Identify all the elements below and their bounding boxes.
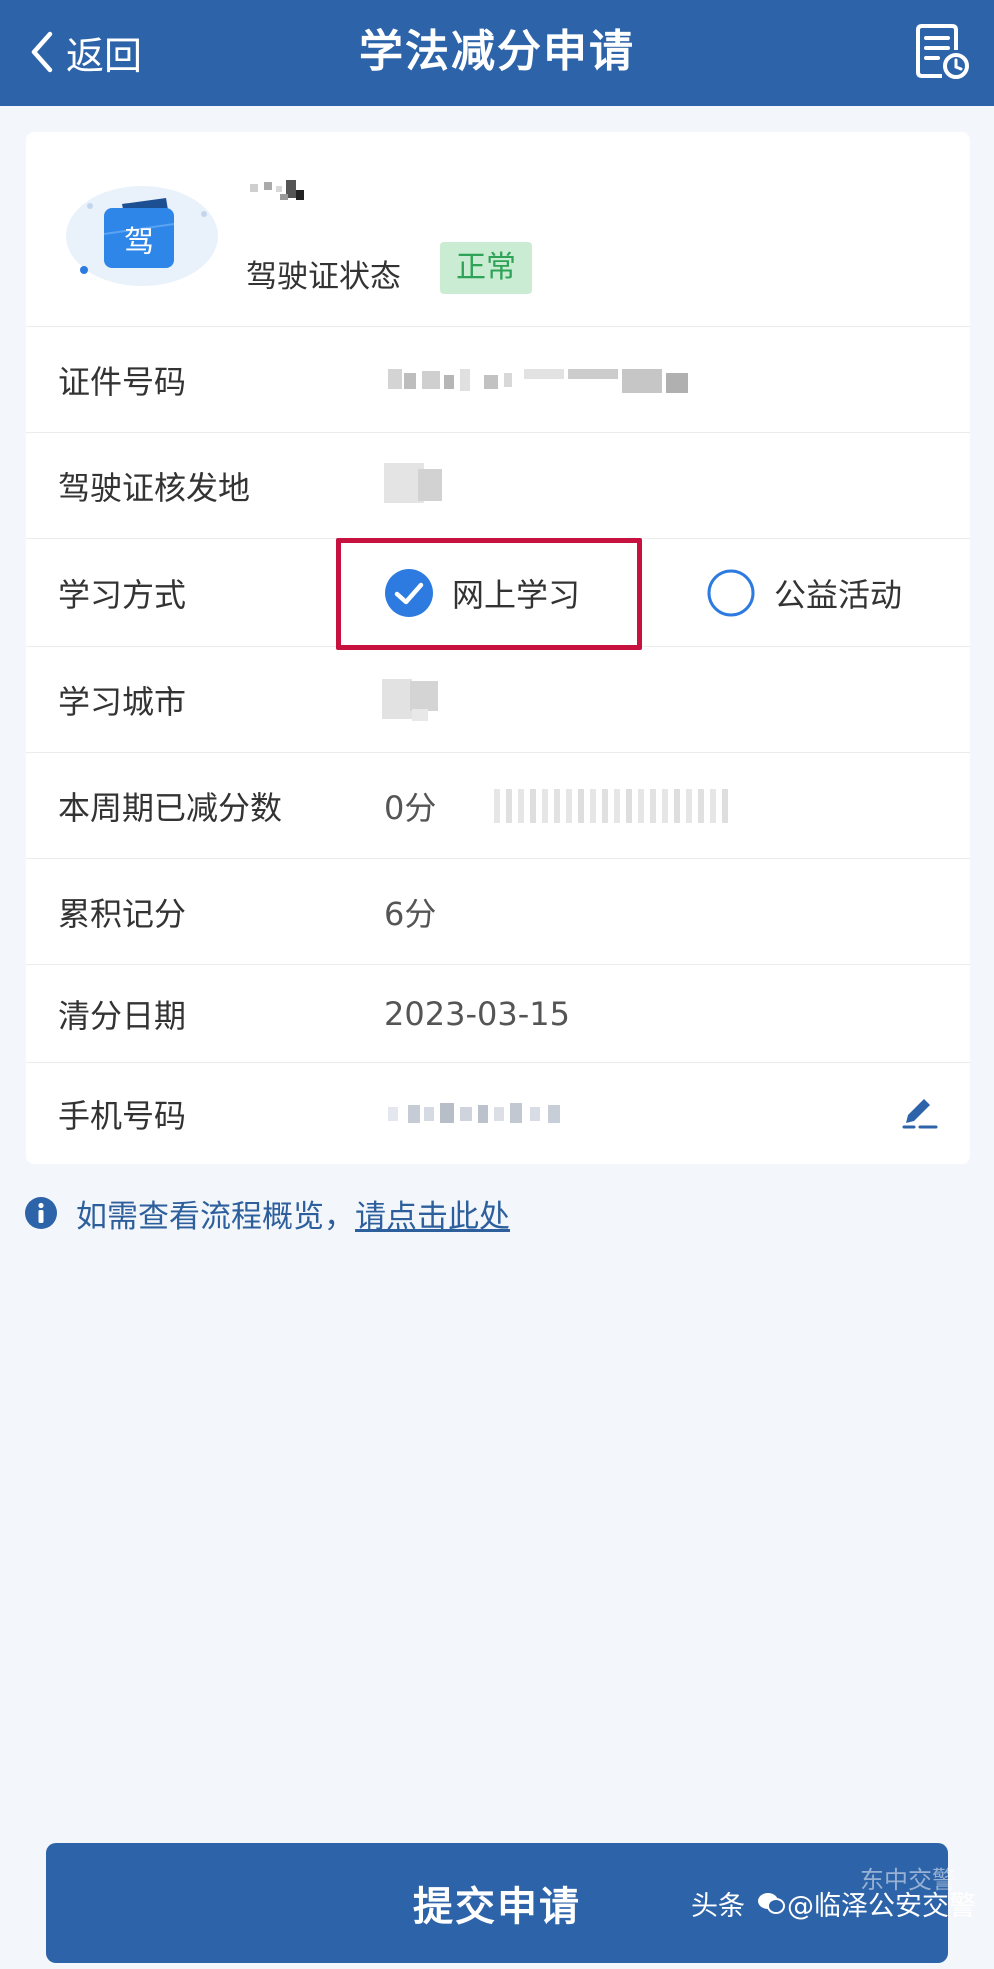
watermark-prefix: 头条 [691,1890,745,1922]
info-icon [25,1197,57,1229]
process-hint: 如需查看流程概览， 请点击此处 [24,1188,510,1238]
phone-number-label: 手机号码 [58,1097,187,1135]
radio-public-welfare-label: 公益活动 [774,576,903,614]
study-method-label: 学习方式 [58,576,187,614]
study-city-mosaic [382,679,438,721]
row-deducted-points: 本周期已减分数 0分 [26,752,970,859]
phone-number-mosaic [388,1103,560,1123]
row-clear-date: 清分日期 2023-03-15 [26,964,970,1063]
id-number-label: 证件号码 [58,363,187,401]
row-issue-place: 驾驶证核发地 [26,432,970,539]
accumulated-points-value: 6分 [384,895,437,933]
hint-text: 如需查看流程概览， [76,1198,355,1235]
deducted-points-value: 0分 [384,789,437,827]
radio-public-welfare[interactable]: 公益活动 [706,539,902,647]
row-phone-number: 手机号码 [26,1062,970,1165]
driver-license-icon: 驾 [66,186,218,286]
license-status-label: 驾驶证状态 [246,259,401,295]
accumulated-points-label: 累积记分 [58,895,187,933]
top-navigation-bar: 返回 学法减分申请 [0,0,994,106]
row-id-number: 证件号码 [26,326,970,433]
name-mosaic [250,180,304,200]
page-title: 学法减分申请 [359,26,635,77]
highlight-box [336,538,642,650]
deducted-points-label: 本周期已减分数 [58,789,283,827]
circle-icon [707,569,755,617]
issue-place-mosaic [384,463,442,503]
row-study-city: 学习城市 [26,646,970,753]
license-char: 驾 [124,225,154,260]
chat-bubble-icon [758,1893,785,1914]
issue-place-label: 驾驶证核发地 [58,469,251,507]
id-number-mosaic [388,369,688,393]
process-overview-link[interactable]: 请点击此处 [355,1191,510,1236]
watermark-faint-text: 东中交警 [860,1866,956,1894]
document-clock-icon[interactable] [916,22,970,80]
status-badge: 正常 [440,242,532,294]
watermark: 东中交警 头条 @临泽公安交警 [691,1866,976,1928]
pen-icon[interactable] [900,1093,940,1133]
row-accumulated-points: 累积记分 6分 [26,858,970,965]
clear-date-label: 清分日期 [58,997,187,1035]
clear-date-value: 2023-03-15 [384,995,570,1033]
deducted-points-mosaic [494,789,728,823]
study-city-label: 学习城市 [58,683,187,721]
profile-section: 驾 驾驶证状态 正常 [26,132,970,326]
